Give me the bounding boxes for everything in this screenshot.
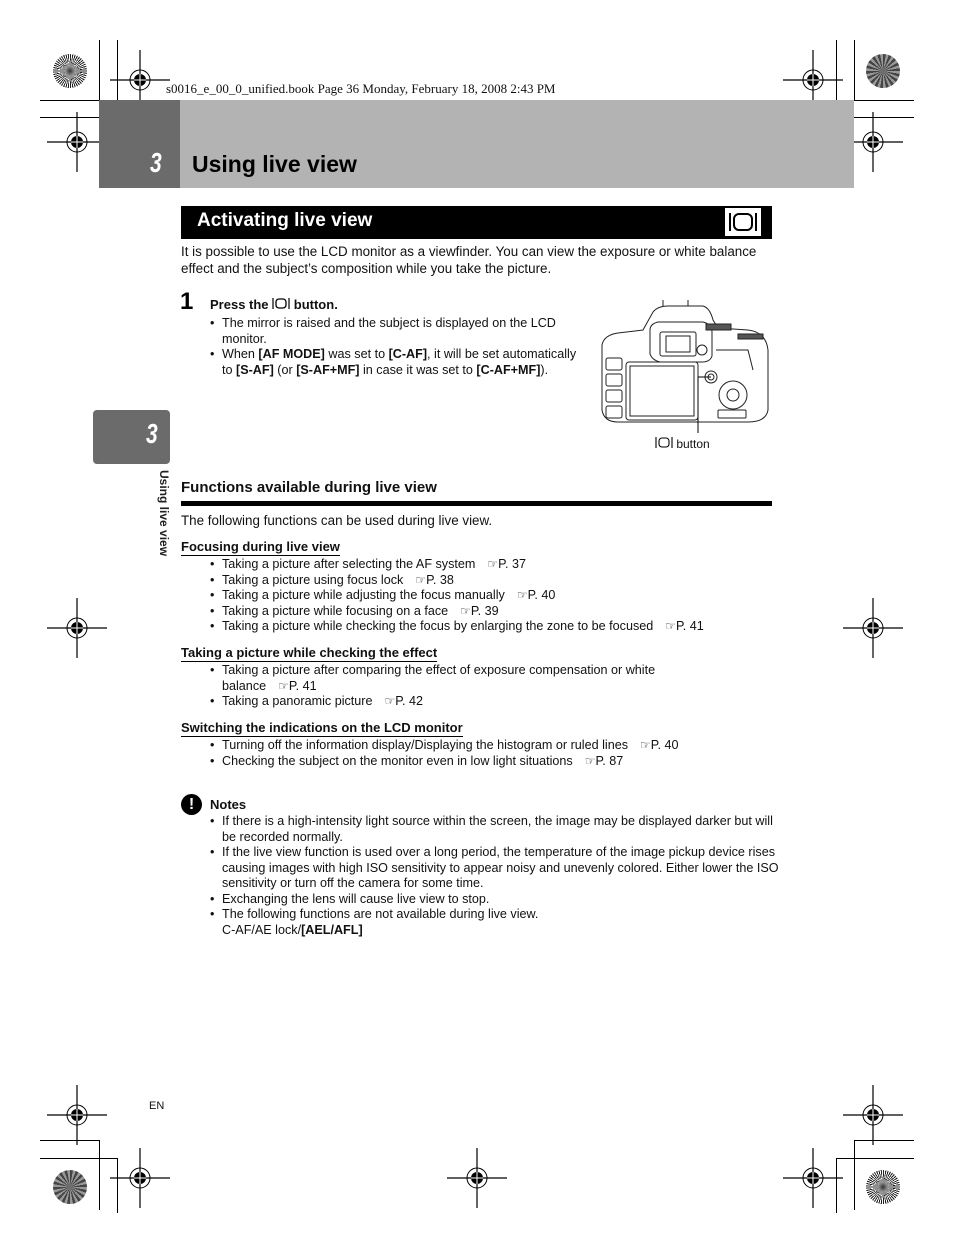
print-header: s0016_e_00_0_unified.book Page 36 Monday… xyxy=(166,81,556,96)
pointing-hand-icon: ☞ xyxy=(640,738,651,752)
group-title-effect: Taking a picture while checking the effe… xyxy=(181,645,438,662)
list-item: Taking a picture after selecting the AF … xyxy=(210,557,780,573)
registration-mark-icon xyxy=(782,1147,844,1209)
page-reference-link[interactable]: ☞P. 87 xyxy=(585,754,624,768)
language-label: EN xyxy=(149,1100,165,1112)
registration-mark-icon xyxy=(46,597,108,659)
registration-mark-icon xyxy=(842,1084,904,1146)
section-title: Activating live view xyxy=(197,210,373,231)
list-item: Taking a picture while focusing on a fac… xyxy=(210,604,780,620)
step-bullet: When [AF MODE] was set to [C-AF], it wil… xyxy=(210,347,590,378)
registration-mark-icon xyxy=(46,1084,108,1146)
page-reference-link[interactable]: ☞P. 39 xyxy=(460,604,499,618)
step-bullets: The mirror is raised and the subject is … xyxy=(210,316,590,378)
note-item: If there is a high-intensity light sourc… xyxy=(210,814,780,845)
focusing-list: Taking a picture after selecting the AF … xyxy=(210,557,780,635)
chapter-number: 3 xyxy=(150,147,162,178)
functions-intro: The following functions can be used duri… xyxy=(181,513,493,528)
page-reference-link[interactable]: ☞P. 42 xyxy=(385,694,424,708)
pointing-hand-icon: ☞ xyxy=(278,678,289,693)
page-reference-link[interactable]: ☞P. 40 xyxy=(640,738,679,752)
group-title-indications: Switching the indications on the LCD mon… xyxy=(181,720,463,737)
notes-list: If there is a high-intensity light sourc… xyxy=(210,814,780,938)
figure-caption: button xyxy=(655,436,710,451)
heading-rule xyxy=(181,501,772,506)
list-item: Turning off the information display/Disp… xyxy=(210,738,780,754)
notes-title: Notes xyxy=(210,797,247,812)
step-bullet: The mirror is raised and the subject is … xyxy=(210,316,590,347)
effect-list: Taking a picture after comparing the eff… xyxy=(210,663,690,710)
step-title-prefix: Press the xyxy=(210,297,273,312)
caution-icon: ! xyxy=(181,794,202,815)
pointing-hand-icon: ☞ xyxy=(665,619,677,633)
chapter-number-box xyxy=(99,100,180,188)
pointing-hand-icon: ☞ xyxy=(384,694,396,708)
note-item: If the live view function is used over a… xyxy=(210,845,780,892)
group-title-focusing: Focusing during live view xyxy=(181,539,340,556)
note-item: Exchanging the lens will cause live view… xyxy=(210,892,780,908)
page-reference-link[interactable]: ☞P. 40 xyxy=(517,588,556,602)
camera-illustration xyxy=(601,300,769,433)
list-item: Taking a picture while adjusting the foc… xyxy=(210,588,780,604)
pointing-hand-icon: ☞ xyxy=(516,588,528,602)
live-view-icon xyxy=(272,298,290,309)
pointing-hand-icon: ☞ xyxy=(584,753,596,768)
registration-mark-icon xyxy=(46,111,108,173)
list-item: Taking a panoramic picture☞P. 42 xyxy=(210,694,690,710)
page-reference-link[interactable]: ☞P. 41 xyxy=(278,679,317,693)
page-reference-link[interactable]: ☞P. 41 xyxy=(665,619,704,633)
list-item: Checking the subject on the monitor even… xyxy=(210,754,780,770)
registration-mark-icon xyxy=(446,1147,508,1209)
live-view-icon xyxy=(725,208,761,236)
list-item: Taking a picture using focus lock☞P. 38 xyxy=(210,573,780,589)
note-item: The following functions are not availabl… xyxy=(210,907,780,938)
list-item: Taking a picture while checking the focu… xyxy=(210,619,780,635)
pointing-hand-icon: ☞ xyxy=(487,557,499,571)
indications-list: Turning off the information display/Disp… xyxy=(210,738,780,769)
pointing-hand-icon: ☞ xyxy=(460,603,471,618)
page-reference-link[interactable]: ☞P. 37 xyxy=(487,557,526,571)
registration-mark-icon xyxy=(109,1147,171,1209)
live-view-icon xyxy=(655,437,673,448)
page-reference-link[interactable]: ☞P. 38 xyxy=(415,573,454,587)
pointing-hand-icon: ☞ xyxy=(415,572,427,587)
chapter-title: Using live view xyxy=(192,151,357,177)
step-title-suffix: button. xyxy=(290,297,338,312)
side-tab xyxy=(93,410,170,464)
section-intro: It is possible to use the LCD monitor as… xyxy=(181,244,757,276)
step-title: Press the button. xyxy=(210,297,338,312)
registration-mark-icon xyxy=(842,597,904,659)
side-tab-number: 3 xyxy=(146,418,158,449)
list-item: Taking a picture after comparing the eff… xyxy=(210,663,690,694)
step-number: 1 xyxy=(180,288,194,315)
side-tab-text: Using live view xyxy=(157,470,171,557)
functions-heading: Functions available during live view xyxy=(181,479,437,496)
